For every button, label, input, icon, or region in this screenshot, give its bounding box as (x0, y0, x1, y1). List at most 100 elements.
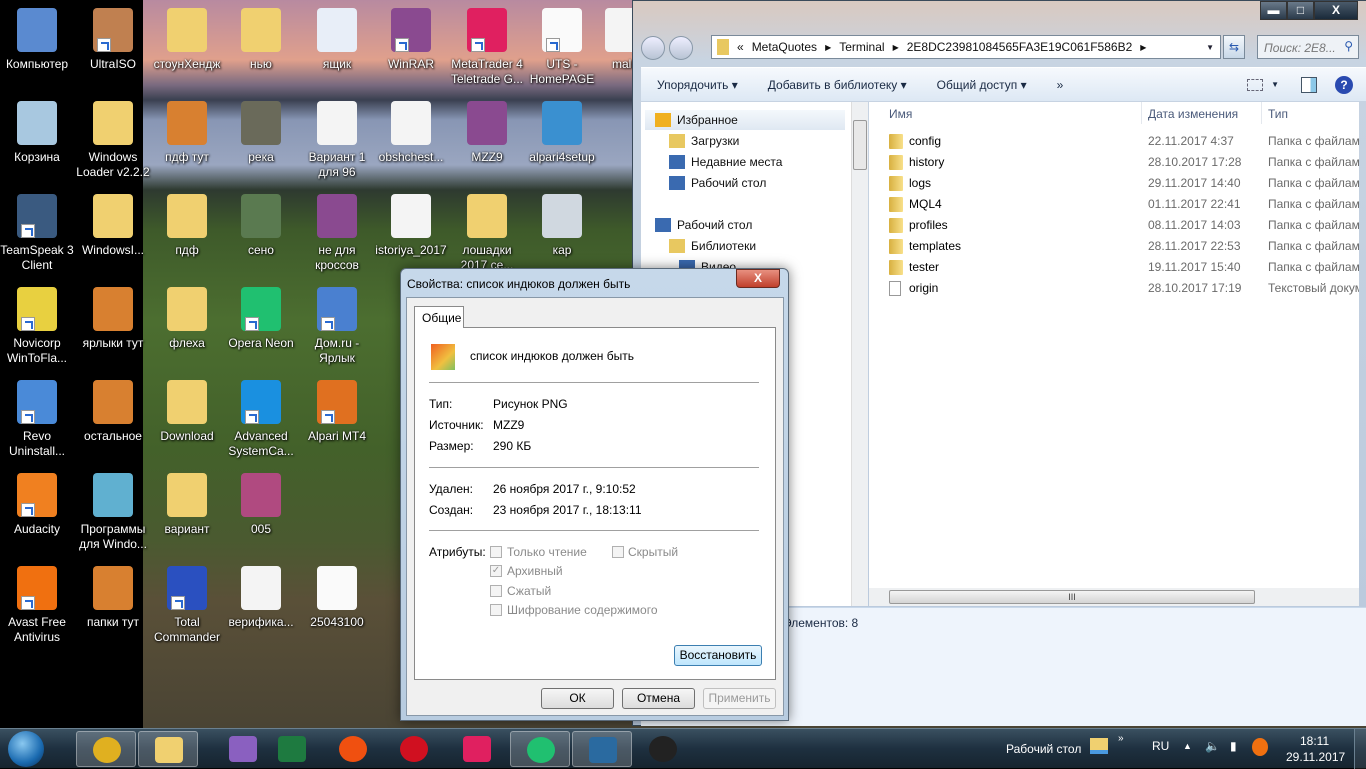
minimize-button[interactable]: ▬ (1260, 1, 1287, 20)
desktop-icon-item[interactable]: Дом.ru - Ярлык (300, 287, 374, 366)
dialog-close-button[interactable]: X (736, 269, 780, 288)
desktop-icon-item[interactable]: UltraISO (76, 8, 150, 72)
file-row[interactable]: origin 28.10.2017 17:19 Текстовый документ (889, 278, 1359, 299)
view-options-icon[interactable] (1247, 78, 1264, 91)
desktop-icon-item[interactable]: Revo Uninstall... (0, 380, 74, 459)
desktop-icon-item[interactable]: кар (525, 194, 599, 258)
desktop-icon-item[interactable]: MZZ9 (450, 101, 524, 165)
clock-date[interactable]: 29.11.2017 (1286, 750, 1345, 764)
desktop-icon-item[interactable]: Программы для Windo... (76, 473, 150, 552)
nav-item[interactable]: Библиотеки (669, 236, 756, 256)
taskbar-app[interactable] (384, 731, 444, 767)
desktop-icon-item[interactable]: Alpari MT4 (300, 380, 374, 444)
archive-checkbox[interactable]: ✓ (490, 565, 502, 577)
desktop-icon-item[interactable]: ящик (300, 8, 374, 72)
desktop-icon-item[interactable]: Download (150, 380, 224, 444)
avast-icon[interactable] (1252, 738, 1268, 756)
nav-item[interactable]: Загрузки (669, 131, 739, 151)
desktop-icon-item[interactable]: WindowsI... (76, 194, 150, 258)
encrypted-checkbox[interactable] (490, 604, 502, 616)
file-row[interactable]: profiles 08.11.2017 14:03 Папка с файлами (889, 215, 1359, 236)
taskbar-app[interactable] (572, 731, 632, 767)
readonly-checkbox[interactable] (490, 546, 502, 558)
desktop-icon-item[interactable]: Audacity (0, 473, 74, 537)
desktop-icon-item[interactable]: Компьютер (0, 8, 74, 72)
address-bar[interactable]: « MetaQuotes ▶ Terminal ▶ 2E8DC23981084565… (711, 35, 1221, 59)
desktop-icon-item[interactable]: TeamSpeak 3 Client (0, 194, 74, 273)
toolbar-more[interactable]: » (1118, 733, 1124, 744)
desktop-icon-item[interactable]: alpari4setup (525, 101, 599, 165)
file-row[interactable]: templates 28.11.2017 22:53 Папка с файлами (889, 236, 1359, 257)
desktop-icon-item[interactable]: река (224, 101, 298, 165)
compressed-checkbox[interactable] (490, 585, 502, 597)
forward-button[interactable] (669, 36, 693, 60)
taskbar-app[interactable] (76, 731, 136, 767)
search-input[interactable]: Поиск: 2E8... ⚲ (1257, 35, 1359, 59)
desktop-icon-item[interactable]: сено (224, 194, 298, 258)
taskbar-app[interactable] (633, 731, 693, 767)
apply-button[interactable]: Применить (703, 688, 776, 709)
desktop-icon-item[interactable]: Avast Free Antivirus (0, 566, 74, 645)
chevron-right-icon[interactable]: ▶ (1140, 43, 1146, 52)
share-button[interactable]: Общий доступ ▾ (937, 78, 1027, 92)
breadcrumb-terminal[interactable]: Terminal (839, 40, 884, 54)
chevron-down-icon[interactable]: ▼ (1206, 43, 1214, 52)
more-button[interactable]: » (1057, 78, 1064, 92)
clock-time[interactable]: 18:11 (1300, 734, 1329, 748)
desktop-icon-item[interactable]: верифика... (224, 566, 298, 630)
taskbar-app[interactable] (447, 731, 507, 767)
desktop-icon-item[interactable]: WinRAR (374, 8, 448, 72)
column-type[interactable]: Тип (1268, 107, 1288, 121)
refresh-button[interactable]: ⇆ (1223, 35, 1245, 59)
nav-item[interactable]: Рабочий стол (669, 173, 766, 193)
desktop-icon-item[interactable]: Вариант 1 для 96 (300, 101, 374, 180)
file-row[interactable]: MQL4 01.11.2017 22:41 Папка с файлами (889, 194, 1359, 215)
nav-item[interactable]: Недавние места (669, 152, 782, 172)
restore-button[interactable]: Восстановить (674, 645, 762, 666)
back-button[interactable] (641, 36, 665, 60)
taskbar-app[interactable] (262, 731, 322, 767)
start-button[interactable] (8, 731, 44, 767)
desktop-icon-item[interactable]: 25043100 (300, 566, 374, 630)
close-button[interactable]: X (1314, 1, 1358, 20)
breadcrumb-folder[interactable]: 2E8DC23981084565FA3E19C061F586B2 (907, 40, 1133, 54)
desktop-icon-item[interactable]: 005 (224, 473, 298, 537)
column-date[interactable]: Дата изменения (1148, 107, 1238, 121)
desktop-icon-item[interactable]: Opera Neon (224, 287, 298, 351)
desktop-toolbar[interactable]: Рабочий стол (1006, 742, 1081, 756)
desktop-icon-item[interactable]: стоунХендж (150, 8, 224, 72)
power-icon[interactable]: ▮ (1230, 739, 1237, 753)
ok-button[interactable]: ОК (541, 688, 614, 709)
language-indicator[interactable]: RU (1152, 739, 1169, 753)
desktop-icon-item[interactable]: Windows Loader v2.2.2 (76, 101, 150, 180)
show-hidden-icons[interactable]: ▲ (1183, 741, 1192, 751)
desktop-icon-item[interactable]: пдф тут (150, 101, 224, 165)
desktop-icon-item[interactable]: лошадки 2017 се... (450, 194, 524, 273)
desktop-icon-item[interactable]: нью (224, 8, 298, 72)
column-name[interactable]: Имя (889, 107, 912, 121)
desktop-icon-item[interactable]: MetaTrader 4 Teletrade G... (450, 8, 524, 87)
desktop-icon-item[interactable]: вариант (150, 473, 224, 537)
cancel-button[interactable]: Отмена (622, 688, 695, 709)
desktop-icon-item[interactable]: Novicorp WinToFla... (0, 287, 74, 366)
desktop-icon-item[interactable]: пдф (150, 194, 224, 258)
volume-icon[interactable]: 🔈 (1205, 739, 1220, 753)
file-row[interactable]: history 28.10.2017 17:28 Папка с файлами (889, 152, 1359, 173)
address-prefix[interactable]: « (737, 40, 744, 54)
desktop-icon-item[interactable]: не для кроссов (300, 194, 374, 273)
chevron-right-icon[interactable]: ▶ (893, 43, 899, 52)
file-row[interactable]: tester 19.11.2017 15:40 Папка с файлами (889, 257, 1359, 278)
horizontal-scrollbar[interactable]: III (869, 588, 1359, 606)
desktop-icon-item[interactable]: флеха (150, 287, 224, 351)
maximize-button[interactable]: □ (1287, 1, 1314, 20)
desktop-icon-item[interactable]: Корзина (0, 101, 74, 165)
desktop-icon-item[interactable]: ярлыки тут (76, 287, 150, 351)
chevron-down-icon[interactable]: ▼ (1271, 80, 1279, 89)
desktop-icon-item[interactable]: istoriya_2017 (374, 194, 448, 258)
nav-item[interactable]: Избранное (645, 110, 845, 130)
nav-item[interactable]: Рабочий стол (655, 215, 752, 235)
desktop-icon-item[interactable]: Advanced SystemCa... (224, 380, 298, 459)
libraries-icon[interactable] (1090, 738, 1108, 754)
taskbar-app[interactable] (510, 731, 570, 767)
breadcrumb-metaquotes[interactable]: MetaQuotes (752, 40, 817, 54)
